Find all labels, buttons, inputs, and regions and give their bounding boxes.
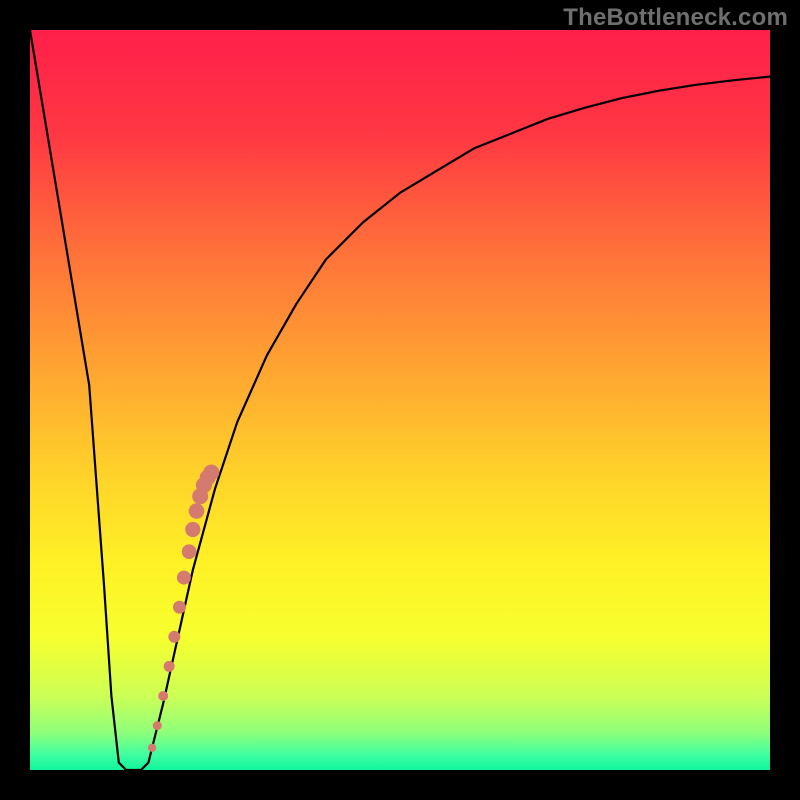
highlight-dot	[189, 503, 205, 519]
highlight-dot	[164, 661, 175, 672]
highlight-dot	[158, 691, 168, 701]
highlight-dot	[148, 744, 156, 752]
highlight-dot	[203, 465, 219, 481]
curve-layer	[30, 30, 770, 770]
highlight-dots	[148, 465, 219, 753]
watermark-text: TheBottleneck.com	[563, 4, 788, 32]
highlight-dot	[173, 601, 186, 614]
highlight-dot	[182, 544, 197, 559]
bottleneck-curve	[30, 30, 770, 770]
highlight-dot	[153, 721, 162, 730]
highlight-dot	[168, 631, 180, 643]
highlight-dot	[177, 571, 191, 585]
plot-area	[30, 30, 770, 770]
chart-frame: TheBottleneck.com	[0, 0, 800, 800]
highlight-dot	[185, 522, 200, 537]
